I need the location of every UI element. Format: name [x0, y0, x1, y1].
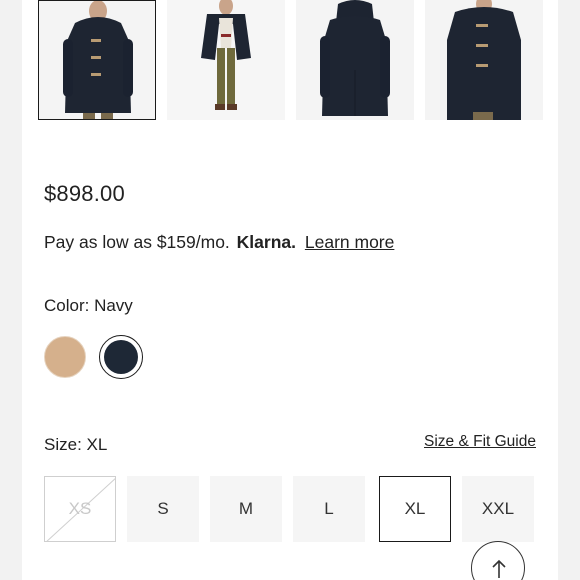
- size-fit-guide-link[interactable]: Size & Fit Guide: [424, 433, 536, 451]
- gallery-thumbnail-front[interactable]: [38, 0, 156, 120]
- size-option-label: M: [238, 499, 254, 518]
- size-label: Size: XL: [44, 435, 108, 454]
- image-gallery: [38, 0, 558, 122]
- size-option-label: XL: [404, 499, 426, 518]
- size-option-label: XXL: [481, 499, 515, 518]
- gallery-thumbnail-open[interactable]: [167, 0, 285, 120]
- product-page: $898.00 Pay as low as $159/mo. Klarna. L…: [22, 0, 558, 580]
- size-option-label: XS: [68, 499, 92, 518]
- size-option-label: L: [324, 499, 334, 518]
- gallery-thumbnail-back[interactable]: [296, 0, 414, 120]
- size-option-xxl[interactable]: XXL: [462, 476, 534, 542]
- size-option-s[interactable]: S: [127, 476, 199, 542]
- klarna-logo-text: Klarna.: [236, 232, 296, 252]
- arrow-up-icon: [492, 559, 506, 578]
- color-label: Color: Navy: [44, 296, 133, 315]
- color-swatch-navy[interactable]: [104, 340, 138, 374]
- learn-more-link[interactable]: Learn more: [305, 232, 395, 252]
- size-option-l[interactable]: L: [293, 476, 365, 542]
- financing-text: Pay as low as $159/mo.: [44, 232, 230, 252]
- scroll-to-top-button[interactable]: [471, 541, 525, 580]
- size-option-xs[interactable]: XS: [44, 476, 116, 542]
- size-option-m[interactable]: M: [210, 476, 282, 542]
- financing-info: Pay as low as $159/mo. Klarna. Learn mor…: [44, 232, 394, 253]
- size-option-label: S: [157, 499, 169, 518]
- coat-closeup-image: [425, 0, 543, 120]
- gallery-thumbnail-closeup[interactable]: [425, 0, 543, 120]
- color-swatch-camel[interactable]: [44, 336, 86, 378]
- coat-open-image: [167, 0, 285, 120]
- product-price: $898.00: [44, 181, 125, 206]
- size-option-xl[interactable]: XL: [379, 476, 451, 542]
- coat-front-image: [39, 1, 155, 119]
- coat-back-image: [296, 0, 414, 120]
